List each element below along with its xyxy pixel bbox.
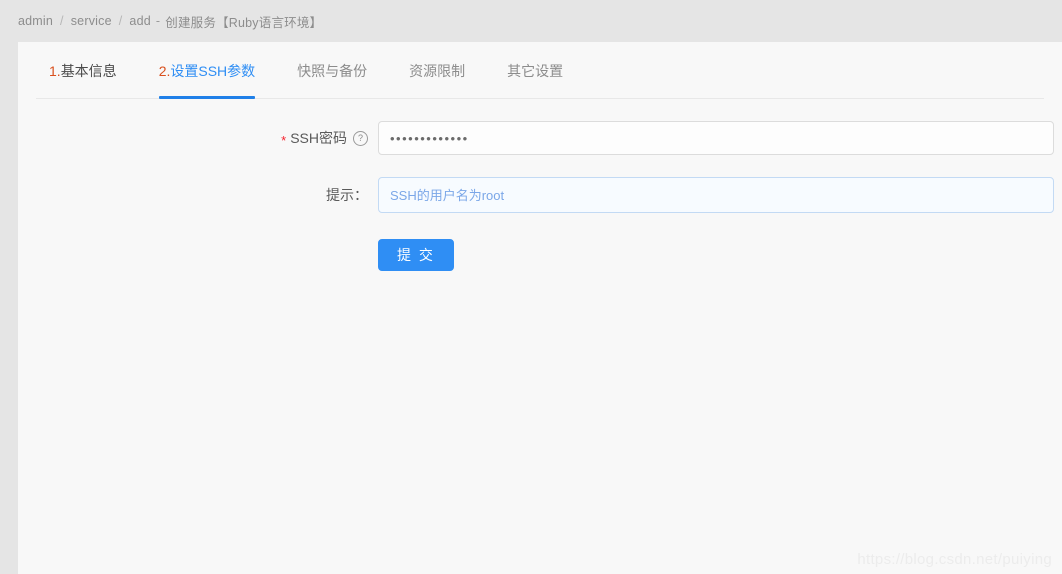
submit-button[interactable]: 提 交 xyxy=(378,239,454,271)
breadcrumb-item-add[interactable]: add xyxy=(129,14,150,28)
question-circle-icon[interactable]: ? xyxy=(353,130,368,146)
tab-label-ssh-params: 设置SSH参数 xyxy=(170,62,256,79)
label-ssh-password: * SSH密码 ? xyxy=(18,128,378,148)
breadcrumb-separator: / xyxy=(60,14,64,28)
tab-label-basic-info: 基本信息 xyxy=(60,62,117,79)
tab-bar: 1. 基本信息 2. 设置SSH参数 快照与备份 资源限制 其它设置 xyxy=(36,42,1044,99)
form-row-hint: 提示： xyxy=(18,177,1062,213)
hint-input[interactable] xyxy=(378,177,1054,213)
required-mark: * xyxy=(281,132,287,148)
tab-label-snapshot-backup: 快照与备份 xyxy=(297,62,368,79)
label-text-ssh-password: SSH密码 xyxy=(290,130,347,146)
breadcrumb-separator: / xyxy=(118,14,123,28)
tab-basic-info[interactable]: 1. 基本信息 xyxy=(49,43,117,98)
form-row-ssh-password: * SSH密码 ? xyxy=(18,121,1062,155)
app-page: admin / service / add - 创建服务【Ruby语言环境】 1… xyxy=(0,0,1062,574)
ssh-password-input[interactable] xyxy=(378,121,1054,155)
breadcrumb-item-service[interactable]: service xyxy=(71,14,112,28)
ssh-params-form: * SSH密码 ? 提示： 提 交 xyxy=(18,99,1062,271)
breadcrumb-dash: - xyxy=(155,14,161,28)
tab-index-1: 1. xyxy=(49,62,61,79)
label-text-hint: 提示： xyxy=(326,187,368,203)
tab-ssh-params[interactable]: 2. 设置SSH参数 xyxy=(158,43,256,99)
tab-other-settings[interactable]: 其它设置 xyxy=(507,43,563,98)
breadcrumb-item-admin[interactable]: admin xyxy=(18,14,53,28)
breadcrumb-page-title: 创建服务【Ruby语言环境】 xyxy=(165,15,323,30)
tab-index-2: 2. xyxy=(158,62,171,79)
label-hint: 提示： xyxy=(18,185,378,205)
tab-label-resource-limit: 资源限制 xyxy=(409,62,466,79)
watermark-text: https://blog.csdn.net/puiying xyxy=(857,551,1052,568)
breadcrumb: admin / service / add - 创建服务【Ruby语言环境】 xyxy=(0,0,1062,42)
form-row-submit: 提 交 xyxy=(18,239,1062,271)
tab-resource-limit[interactable]: 资源限制 xyxy=(409,43,465,98)
tab-snapshot-backup[interactable]: 快照与备份 xyxy=(297,43,367,98)
content-card: 1. 基本信息 2. 设置SSH参数 快照与备份 资源限制 其它设置 * SSH… xyxy=(18,42,1062,574)
tab-label-other-settings: 其它设置 xyxy=(507,62,564,79)
